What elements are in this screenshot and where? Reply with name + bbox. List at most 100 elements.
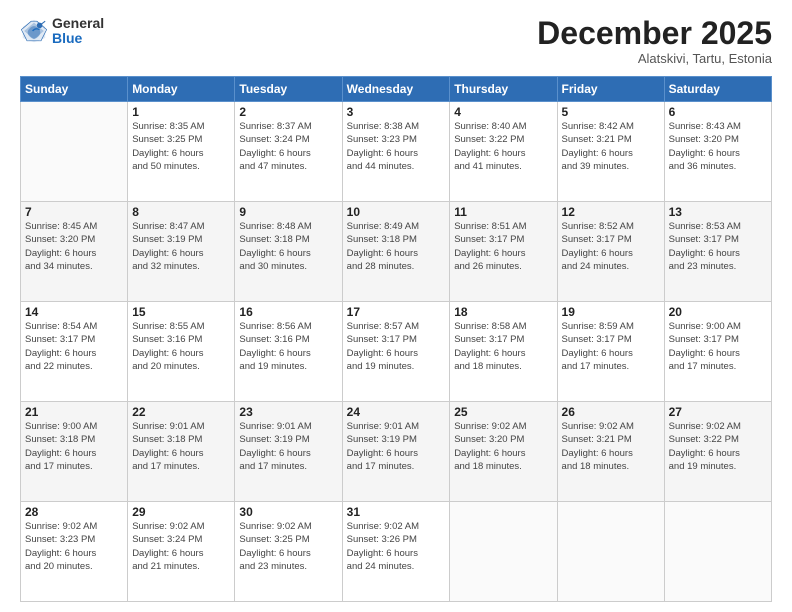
- calendar-cell: 16Sunrise: 8:56 AM Sunset: 3:16 PM Dayli…: [235, 302, 342, 402]
- calendar-cell: 4Sunrise: 8:40 AM Sunset: 3:22 PM Daylig…: [450, 102, 557, 202]
- logo: General Blue: [20, 16, 104, 47]
- day-number: 7: [25, 205, 123, 219]
- day-info: Sunrise: 8:48 AM Sunset: 3:18 PM Dayligh…: [239, 220, 337, 273]
- week-row-3: 14Sunrise: 8:54 AM Sunset: 3:17 PM Dayli…: [21, 302, 772, 402]
- day-number: 2: [239, 105, 337, 119]
- calendar-cell: 18Sunrise: 8:58 AM Sunset: 3:17 PM Dayli…: [450, 302, 557, 402]
- weekday-header-row: SundayMondayTuesdayWednesdayThursdayFrid…: [21, 77, 772, 102]
- calendar-cell: 21Sunrise: 9:00 AM Sunset: 3:18 PM Dayli…: [21, 402, 128, 502]
- calendar-cell: 5Sunrise: 8:42 AM Sunset: 3:21 PM Daylig…: [557, 102, 664, 202]
- day-number: 31: [347, 505, 446, 519]
- calendar-cell: 3Sunrise: 8:38 AM Sunset: 3:23 PM Daylig…: [342, 102, 450, 202]
- day-number: 5: [562, 105, 660, 119]
- calendar-cell: [557, 502, 664, 602]
- calendar-cell: 22Sunrise: 9:01 AM Sunset: 3:18 PM Dayli…: [128, 402, 235, 502]
- day-info: Sunrise: 9:02 AM Sunset: 3:20 PM Dayligh…: [454, 420, 552, 473]
- day-info: Sunrise: 9:01 AM Sunset: 3:19 PM Dayligh…: [347, 420, 446, 473]
- calendar-cell: 30Sunrise: 9:02 AM Sunset: 3:25 PM Dayli…: [235, 502, 342, 602]
- calendar-cell: 27Sunrise: 9:02 AM Sunset: 3:22 PM Dayli…: [664, 402, 771, 502]
- day-info: Sunrise: 9:02 AM Sunset: 3:25 PM Dayligh…: [239, 520, 337, 573]
- day-info: Sunrise: 8:54 AM Sunset: 3:17 PM Dayligh…: [25, 320, 123, 373]
- day-info: Sunrise: 8:51 AM Sunset: 3:17 PM Dayligh…: [454, 220, 552, 273]
- day-number: 27: [669, 405, 767, 419]
- calendar-cell: 7Sunrise: 8:45 AM Sunset: 3:20 PM Daylig…: [21, 202, 128, 302]
- day-info: Sunrise: 9:02 AM Sunset: 3:24 PM Dayligh…: [132, 520, 230, 573]
- calendar-cell: 6Sunrise: 8:43 AM Sunset: 3:20 PM Daylig…: [664, 102, 771, 202]
- day-info: Sunrise: 8:45 AM Sunset: 3:20 PM Dayligh…: [25, 220, 123, 273]
- month-title: December 2025: [537, 16, 772, 51]
- day-number: 21: [25, 405, 123, 419]
- logo-icon: [20, 17, 48, 45]
- day-number: 25: [454, 405, 552, 419]
- day-info: Sunrise: 8:40 AM Sunset: 3:22 PM Dayligh…: [454, 120, 552, 173]
- calendar-cell: 14Sunrise: 8:54 AM Sunset: 3:17 PM Dayli…: [21, 302, 128, 402]
- calendar-cell: 8Sunrise: 8:47 AM Sunset: 3:19 PM Daylig…: [128, 202, 235, 302]
- day-number: 20: [669, 305, 767, 319]
- page: General Blue December 2025 Alatskivi, Ta…: [0, 0, 792, 612]
- logo-blue-text: Blue: [52, 31, 104, 46]
- calendar-cell: 20Sunrise: 9:00 AM Sunset: 3:17 PM Dayli…: [664, 302, 771, 402]
- calendar-cell: 10Sunrise: 8:49 AM Sunset: 3:18 PM Dayli…: [342, 202, 450, 302]
- day-number: 28: [25, 505, 123, 519]
- day-number: 14: [25, 305, 123, 319]
- day-info: Sunrise: 8:59 AM Sunset: 3:17 PM Dayligh…: [562, 320, 660, 373]
- day-number: 18: [454, 305, 552, 319]
- day-info: Sunrise: 8:35 AM Sunset: 3:25 PM Dayligh…: [132, 120, 230, 173]
- week-row-1: 1Sunrise: 8:35 AM Sunset: 3:25 PM Daylig…: [21, 102, 772, 202]
- day-number: 23: [239, 405, 337, 419]
- calendar-cell: 23Sunrise: 9:01 AM Sunset: 3:19 PM Dayli…: [235, 402, 342, 502]
- calendar-table: SundayMondayTuesdayWednesdayThursdayFrid…: [20, 76, 772, 602]
- day-info: Sunrise: 9:02 AM Sunset: 3:22 PM Dayligh…: [669, 420, 767, 473]
- calendar-cell: 19Sunrise: 8:59 AM Sunset: 3:17 PM Dayli…: [557, 302, 664, 402]
- day-number: 22: [132, 405, 230, 419]
- logo-general-text: General: [52, 16, 104, 31]
- day-number: 26: [562, 405, 660, 419]
- location-subtitle: Alatskivi, Tartu, Estonia: [537, 51, 772, 66]
- week-row-5: 28Sunrise: 9:02 AM Sunset: 3:23 PM Dayli…: [21, 502, 772, 602]
- day-number: 9: [239, 205, 337, 219]
- weekday-header-tuesday: Tuesday: [235, 77, 342, 102]
- day-info: Sunrise: 9:01 AM Sunset: 3:19 PM Dayligh…: [239, 420, 337, 473]
- day-info: Sunrise: 8:53 AM Sunset: 3:17 PM Dayligh…: [669, 220, 767, 273]
- week-row-4: 21Sunrise: 9:00 AM Sunset: 3:18 PM Dayli…: [21, 402, 772, 502]
- day-number: 13: [669, 205, 767, 219]
- day-number: 8: [132, 205, 230, 219]
- calendar-cell: 31Sunrise: 9:02 AM Sunset: 3:26 PM Dayli…: [342, 502, 450, 602]
- day-info: Sunrise: 9:02 AM Sunset: 3:21 PM Dayligh…: [562, 420, 660, 473]
- calendar-cell: 28Sunrise: 9:02 AM Sunset: 3:23 PM Dayli…: [21, 502, 128, 602]
- day-number: 3: [347, 105, 446, 119]
- day-info: Sunrise: 8:38 AM Sunset: 3:23 PM Dayligh…: [347, 120, 446, 173]
- calendar-cell: 25Sunrise: 9:02 AM Sunset: 3:20 PM Dayli…: [450, 402, 557, 502]
- calendar-cell: 12Sunrise: 8:52 AM Sunset: 3:17 PM Dayli…: [557, 202, 664, 302]
- calendar-cell: 2Sunrise: 8:37 AM Sunset: 3:24 PM Daylig…: [235, 102, 342, 202]
- weekday-header-wednesday: Wednesday: [342, 77, 450, 102]
- header: General Blue December 2025 Alatskivi, Ta…: [20, 16, 772, 66]
- day-number: 6: [669, 105, 767, 119]
- day-number: 24: [347, 405, 446, 419]
- calendar-cell: 29Sunrise: 9:02 AM Sunset: 3:24 PM Dayli…: [128, 502, 235, 602]
- weekday-header-friday: Friday: [557, 77, 664, 102]
- day-info: Sunrise: 9:00 AM Sunset: 3:18 PM Dayligh…: [25, 420, 123, 473]
- calendar-cell: 9Sunrise: 8:48 AM Sunset: 3:18 PM Daylig…: [235, 202, 342, 302]
- day-info: Sunrise: 8:57 AM Sunset: 3:17 PM Dayligh…: [347, 320, 446, 373]
- day-info: Sunrise: 8:49 AM Sunset: 3:18 PM Dayligh…: [347, 220, 446, 273]
- day-info: Sunrise: 8:47 AM Sunset: 3:19 PM Dayligh…: [132, 220, 230, 273]
- day-info: Sunrise: 8:42 AM Sunset: 3:21 PM Dayligh…: [562, 120, 660, 173]
- weekday-header-sunday: Sunday: [21, 77, 128, 102]
- weekday-header-saturday: Saturday: [664, 77, 771, 102]
- day-number: 29: [132, 505, 230, 519]
- day-number: 1: [132, 105, 230, 119]
- calendar-cell: [664, 502, 771, 602]
- day-info: Sunrise: 9:02 AM Sunset: 3:23 PM Dayligh…: [25, 520, 123, 573]
- day-info: Sunrise: 8:55 AM Sunset: 3:16 PM Dayligh…: [132, 320, 230, 373]
- weekday-header-thursday: Thursday: [450, 77, 557, 102]
- logo-text: General Blue: [52, 16, 104, 47]
- calendar-cell: 15Sunrise: 8:55 AM Sunset: 3:16 PM Dayli…: [128, 302, 235, 402]
- day-info: Sunrise: 8:52 AM Sunset: 3:17 PM Dayligh…: [562, 220, 660, 273]
- calendar-cell: 13Sunrise: 8:53 AM Sunset: 3:17 PM Dayli…: [664, 202, 771, 302]
- day-number: 4: [454, 105, 552, 119]
- calendar-cell: 1Sunrise: 8:35 AM Sunset: 3:25 PM Daylig…: [128, 102, 235, 202]
- day-number: 30: [239, 505, 337, 519]
- day-number: 17: [347, 305, 446, 319]
- day-info: Sunrise: 8:43 AM Sunset: 3:20 PM Dayligh…: [669, 120, 767, 173]
